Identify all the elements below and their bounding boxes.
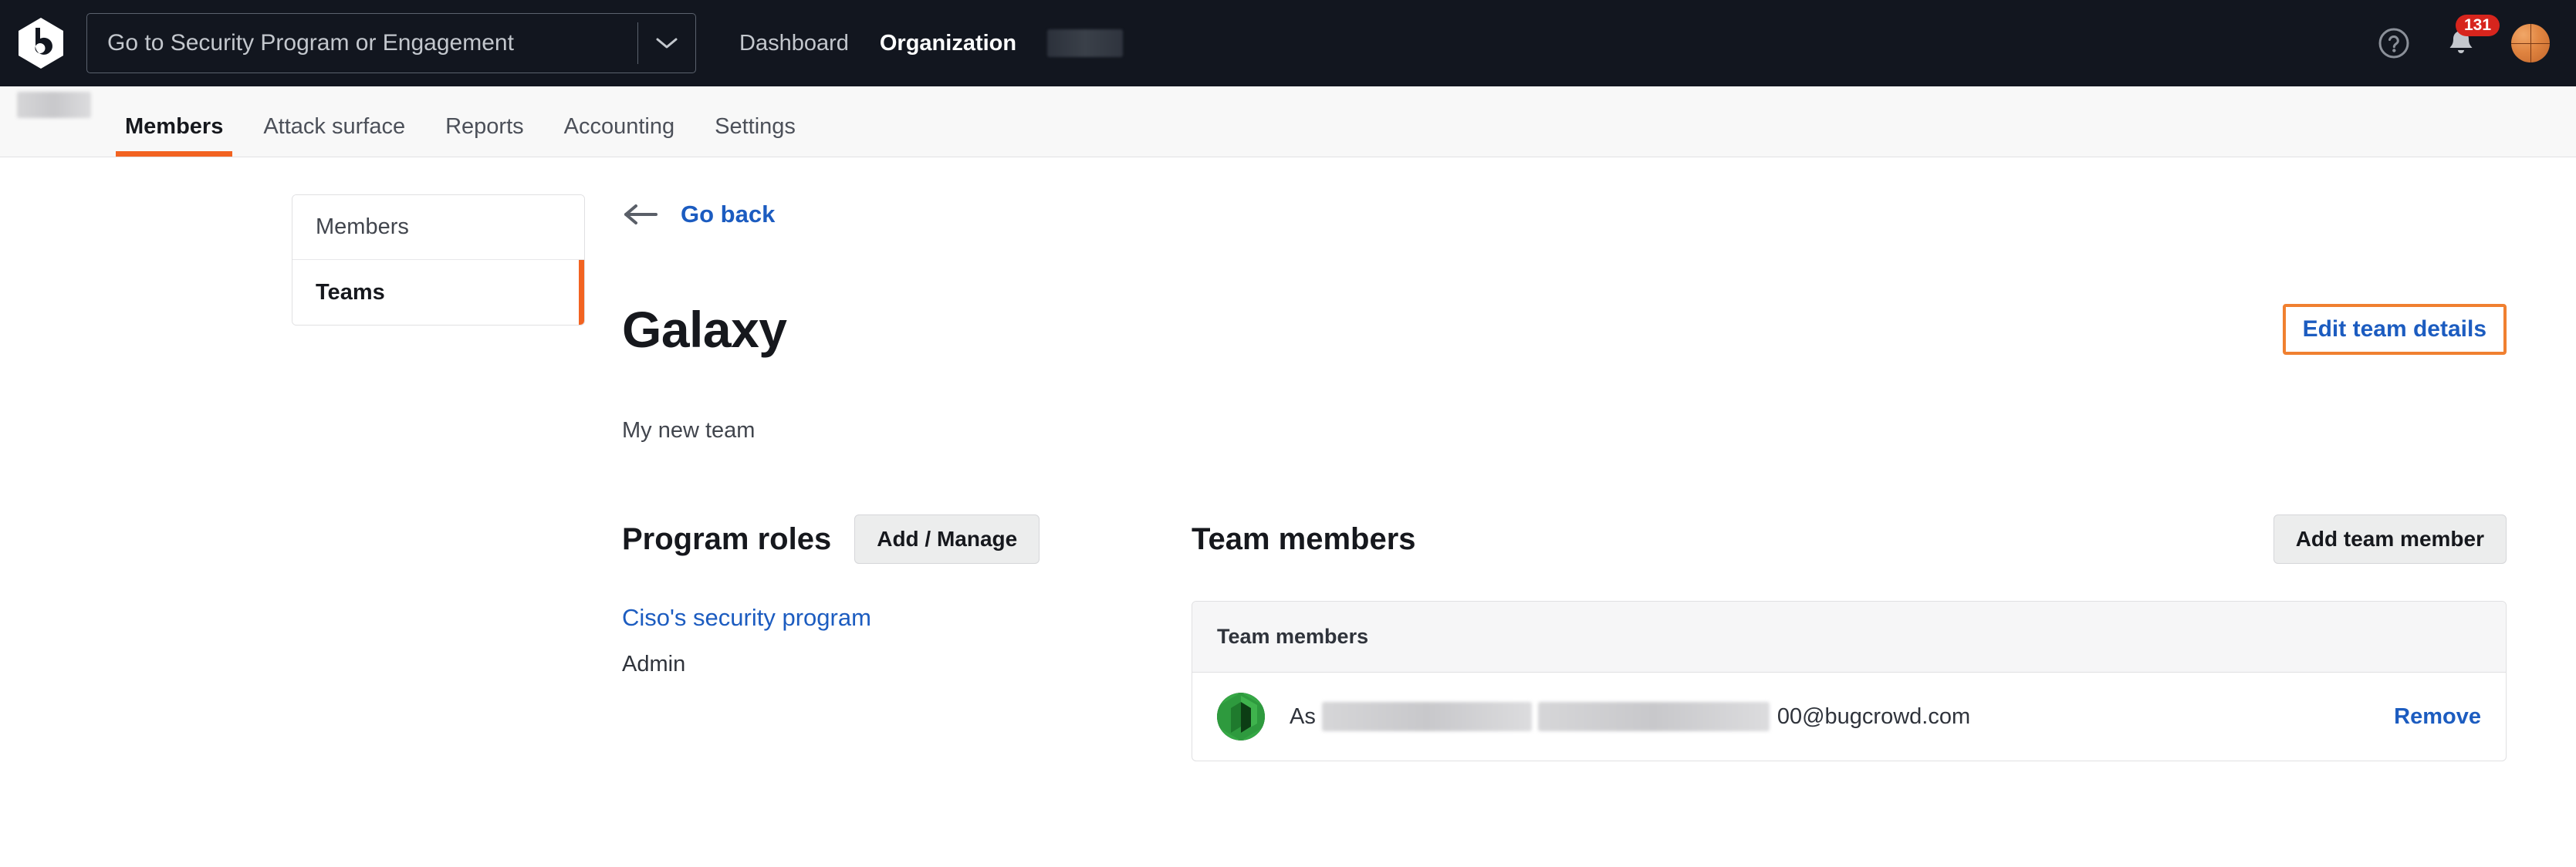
edit-team-details-button[interactable]: Edit team details [2282, 304, 2507, 356]
user-avatar[interactable] [2511, 24, 2550, 62]
arrow-left-icon [622, 202, 659, 227]
sidebar-item-label: Teams [316, 279, 385, 305]
page-title: Galaxy [622, 301, 787, 359]
top-bar-actions: 131 [2377, 15, 2550, 62]
team-members-title: Team members [1192, 522, 1416, 557]
program-roles-header: Program roles Add / Manage [622, 514, 1147, 565]
help-circle-icon[interactable] [2377, 26, 2411, 60]
program-roles-title: Program roles [622, 522, 832, 557]
subnav-org-label [17, 69, 105, 140]
members-teams-sidebar: Members Teams [292, 194, 585, 326]
top-header-bar: Go to Security Program or Engagement Das… [0, 0, 2576, 86]
team-members-header: Team members Add team member [1192, 514, 2507, 565]
sidebar-item-members[interactable]: Members [292, 195, 584, 260]
program-engagement-select[interactable]: Go to Security Program or Engagement [86, 13, 696, 73]
add-team-member-button[interactable]: Add team member [2273, 514, 2507, 565]
top-navigation: Dashboard Organization [739, 29, 1124, 57]
notifications-bell[interactable]: 131 [2443, 15, 2500, 61]
member-email-prefix: As [1290, 703, 1316, 729]
go-back-link[interactable]: Go back [622, 201, 2507, 228]
sidebar-item-teams[interactable]: Teams [292, 260, 584, 325]
topnav-item-organization[interactable]: Organization [880, 31, 1016, 56]
redacted-email-part-1 [1321, 702, 1532, 732]
subnav-item-accounting[interactable]: Accounting [544, 114, 695, 157]
subnav-item-reports[interactable]: Reports [425, 114, 544, 157]
redacted-org-name [1047, 29, 1124, 57]
program-role-value: Admin [622, 652, 686, 677]
sidebar-item-label: Members [316, 214, 409, 239]
team-title-row: Galaxy Edit team details [622, 270, 2507, 389]
team-detail-main: Go back Galaxy Edit team details My new … [622, 194, 2576, 762]
notification-count-badge: 131 [2456, 15, 2500, 36]
table-row: As 00@bugcrowd.com Remove [1192, 673, 2506, 761]
team-detail-columns: Program roles Add / Manage Ciso's securi… [622, 514, 2507, 762]
chevron-down-icon[interactable] [638, 36, 695, 50]
subnav-item-members[interactable]: Members [105, 114, 243, 157]
member-email: As 00@bugcrowd.com [1290, 702, 1971, 732]
program-link[interactable]: Ciso's security program [622, 604, 1147, 632]
team-subtitle: My new team [622, 418, 756, 444]
member-email-suffix: 00@bugcrowd.com [1776, 703, 1971, 729]
program-select-label: Go to Security Program or Engagement [107, 30, 514, 56]
topnav-item-dashboard[interactable]: Dashboard [739, 31, 849, 56]
team-members-table-header: Team members [1192, 602, 2506, 673]
team-members-section: Team members Add team member Team member… [1192, 514, 2507, 762]
team-members-card: Team members As 00@bugcrowd.com Remove [1192, 601, 2507, 762]
bugcrowd-logo-icon[interactable] [17, 17, 65, 69]
remove-member-link[interactable]: Remove [2394, 704, 2481, 730]
page-body: Members Teams Go back Galaxy Edit team d… [0, 157, 2576, 762]
go-back-label: Go back [681, 201, 776, 228]
subnav-item-settings[interactable]: Settings [695, 114, 816, 157]
organization-subnav: Members Attack surface Reports Accountin… [0, 86, 2576, 157]
redacted-org-label [17, 91, 91, 118]
subnav-item-attack-surface[interactable]: Attack surface [243, 114, 425, 157]
green-identicon-avatar [1217, 693, 1265, 741]
add-manage-button[interactable]: Add / Manage [854, 514, 1040, 565]
program-roles-section: Program roles Add / Manage Ciso's securi… [622, 514, 1147, 677]
redacted-email-part-2 [1537, 702, 1770, 732]
